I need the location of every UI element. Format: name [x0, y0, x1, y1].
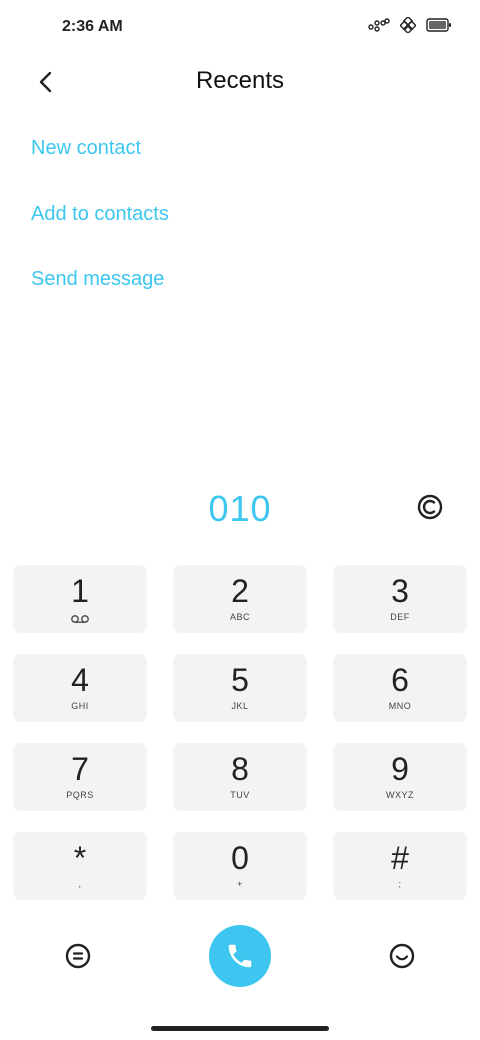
- key-9[interactable]: 9 WXYZ: [333, 743, 467, 811]
- new-contact-link[interactable]: New contact: [31, 137, 141, 160]
- key-letters: GHI: [71, 701, 89, 711]
- key-letters: ABC: [229, 612, 250, 622]
- key-digit: 2: [231, 573, 249, 609]
- key-digit: 1: [71, 573, 89, 609]
- key-digit: 8: [231, 751, 249, 787]
- link-icon: [400, 17, 416, 33]
- key-2[interactable]: 2 ABC: [173, 565, 307, 633]
- battery-icon: [426, 18, 451, 32]
- emoji-button[interactable]: [388, 942, 416, 970]
- key-letters: WXYZ: [386, 790, 414, 800]
- key-letters: ,: [78, 879, 82, 889]
- header: Recents: [0, 56, 480, 106]
- home-indicator[interactable]: [151, 1026, 329, 1031]
- key-letters: PQRS: [66, 790, 94, 800]
- key-digit: #: [391, 840, 409, 876]
- key-digit: *: [73, 840, 87, 876]
- key-0[interactable]: 0 +: [173, 832, 307, 900]
- key-letters: JKL: [231, 701, 249, 711]
- key-hash[interactable]: # ;: [333, 832, 467, 900]
- emoji-icon: [389, 943, 415, 969]
- key-digit: 7: [71, 751, 89, 787]
- key-1[interactable]: 1: [13, 565, 147, 633]
- key-letters: MNO: [388, 701, 412, 711]
- dialed-number: 010: [208, 488, 272, 529]
- key-digit: 0: [231, 840, 249, 876]
- key-3[interactable]: 3 DEF: [333, 565, 467, 633]
- page-title: Recents: [195, 67, 285, 94]
- key-digit: 3: [391, 573, 409, 609]
- key-letters: ;: [398, 879, 402, 889]
- key-star[interactable]: * ,: [13, 832, 147, 900]
- menu-icon: [65, 943, 91, 969]
- key-digit: 9: [391, 751, 409, 787]
- key-8[interactable]: 8 TUV: [173, 743, 307, 811]
- key-letters: TUV: [230, 790, 250, 800]
- clear-icon: [417, 494, 443, 520]
- key-6[interactable]: 6 MNO: [333, 654, 467, 722]
- call-icon: [228, 944, 252, 968]
- voicemail-icon: [71, 615, 89, 623]
- key-4[interactable]: 4 GHI: [13, 654, 147, 722]
- key-5[interactable]: 5 JKL: [173, 654, 307, 722]
- add-to-contacts-link[interactable]: Add to contacts: [31, 203, 169, 226]
- signal-icon: [368, 18, 390, 32]
- status-bar: 2:36 AM: [0, 0, 480, 56]
- call-button[interactable]: [209, 925, 271, 987]
- key-letters: DEF: [390, 612, 410, 622]
- clear-button[interactable]: [415, 492, 445, 522]
- send-message-link[interactable]: Send message: [31, 268, 164, 291]
- key-7[interactable]: 7 PQRS: [13, 743, 147, 811]
- key-letters: +: [237, 879, 243, 889]
- bottom-bar: [0, 925, 480, 987]
- status-time: 2:36 AM: [62, 18, 123, 35]
- status-icons: [368, 17, 452, 33]
- key-digit: 4: [71, 662, 89, 698]
- key-digit: 6: [391, 662, 409, 698]
- key-digit: 5: [231, 662, 249, 698]
- menu-button[interactable]: [64, 942, 92, 970]
